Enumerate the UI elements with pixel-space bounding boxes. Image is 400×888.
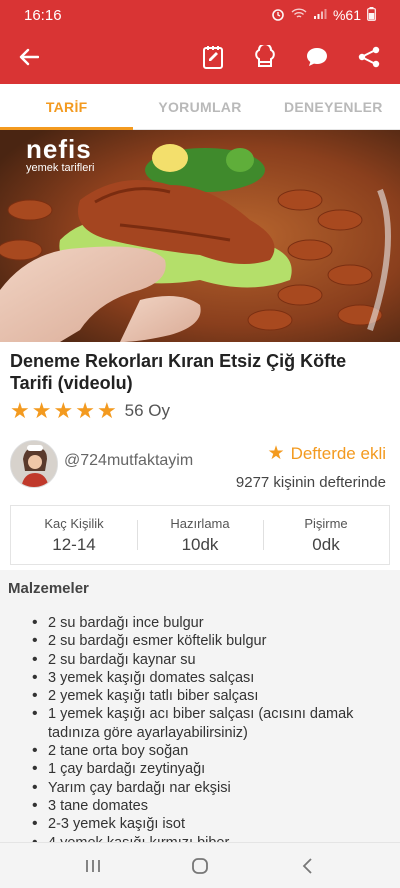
stat-prep-time: Hazırlama 10dk <box>137 506 263 564</box>
ingredients-list: 2 su bardağı ince bulgur 2 su bardağı es… <box>28 614 378 852</box>
tab-tried[interactable]: DENEYENLER <box>267 84 400 129</box>
star-icon: ★ <box>96 398 117 423</box>
arrow-left-icon <box>19 48 39 66</box>
notepad-icon <box>203 46 223 69</box>
signal-icon <box>313 8 327 23</box>
recipe-title: Deneme Rekorları Kıran Etsiz Çiğ Köfte T… <box>10 351 347 393</box>
stat-label: Hazırlama <box>170 515 230 531</box>
share-icon <box>358 46 380 68</box>
list-item: 1 yemek kaşığı acı biber salçası (acısın… <box>28 705 378 742</box>
recent-apps-button[interactable] <box>73 848 113 884</box>
author-section: @724mutfaktayim ★ Defterde ekli 9277 kiş… <box>10 438 390 494</box>
list-item: 2 su bardağı ince bulgur <box>28 614 378 633</box>
recent-apps-icon <box>86 859 101 872</box>
star-icon: ★ <box>31 398 52 423</box>
list-item: 3 tane domates <box>28 797 378 816</box>
saved-count: 9277 kişinin defterinde <box>235 474 386 491</box>
status-bar: 16:16 %61 <box>0 0 400 30</box>
list-item: 3 yemek kaşığı domates salçası <box>28 669 378 688</box>
rating-count: 56 Oy <box>124 401 171 420</box>
stat-value: 10dk <box>181 534 219 554</box>
home-icon <box>192 857 208 874</box>
list-item: 2 yemek kaşığı tatlı biber salçası <box>28 687 378 706</box>
list-item: 1 çay bardağı zeytinyağı <box>28 760 378 779</box>
notepad-button[interactable] <box>196 40 230 74</box>
recipe-rating[interactable]: ★ ★ ★ ★ ★ 56 Oy <box>10 400 170 422</box>
list-item: 2-3 yemek kaşığı isot <box>28 815 378 834</box>
status-icons: %61 <box>271 6 376 24</box>
stat-value: 0dk <box>312 534 340 554</box>
appbar-actions <box>196 40 386 74</box>
back-button[interactable] <box>14 42 44 72</box>
back-icon <box>302 857 312 874</box>
ingredients-heading: Malzemeler <box>8 580 89 597</box>
avatar-image <box>11 441 57 487</box>
stat-servings: Kaç Kişilik 12-14 <box>11 506 137 564</box>
wifi-icon <box>291 7 307 23</box>
list-item: 2 su bardağı esmer köftelik bulgur <box>28 632 378 651</box>
brand-logo: nefis yemek tarifleri <box>26 136 94 174</box>
logo-subtitle: yemek tarifleri <box>26 162 95 174</box>
back-nav-button[interactable] <box>287 848 327 884</box>
star-icon: ★ <box>75 398 95 423</box>
saved-label: Defterde ekli <box>290 443 386 463</box>
status-time: 16:16 <box>24 6 62 24</box>
list-item: 2 su bardağı kaynar su <box>28 651 378 670</box>
recipe-tabs: TARİF YORUMLAR DENEYENLER <box>0 84 400 130</box>
home-button[interactable] <box>180 848 220 884</box>
list-item: Yarım çay bardağı nar ekşisi <box>28 779 378 798</box>
list-item: 2 tane orta boy soğan <box>28 742 378 761</box>
comment-icon <box>307 48 327 66</box>
tab-recipe[interactable]: TARİF <box>0 84 134 130</box>
logo-brand: nefis <box>26 134 92 164</box>
stat-label: Kaç Kişilik <box>44 515 104 531</box>
author-username[interactable]: @724mutfaktayim <box>64 452 193 470</box>
avatar[interactable] <box>10 440 58 488</box>
saved-to-notebook-button[interactable]: ★ Defterde ekli <box>268 442 386 465</box>
stat-label: Pişirme <box>304 515 348 531</box>
stat-cook-time: Pişirme 0dk <box>263 506 389 564</box>
chef-hat-icon <box>255 45 275 67</box>
tab-comments[interactable]: YORUMLAR <box>133 84 266 129</box>
alarm-icon <box>271 7 285 24</box>
comment-button[interactable] <box>300 40 334 74</box>
share-button[interactable] <box>352 40 386 74</box>
chef-button[interactable] <box>248 40 282 74</box>
recipe-hero-image[interactable]: nefis yemek tarifleri <box>0 130 400 342</box>
battery-icon <box>367 6 376 24</box>
system-nav-bar <box>0 842 400 888</box>
star-icon: ★ <box>267 443 285 464</box>
star-icon: ★ <box>10 398 30 423</box>
app-bar <box>0 30 400 84</box>
recipe-stats: Kaç Kişilik 12-14 Hazırlama 10dk Pişirme… <box>10 505 390 565</box>
stat-value: 12-14 <box>52 534 96 554</box>
star-icon: ★ <box>53 398 74 423</box>
battery-percent: %61 <box>332 7 361 23</box>
